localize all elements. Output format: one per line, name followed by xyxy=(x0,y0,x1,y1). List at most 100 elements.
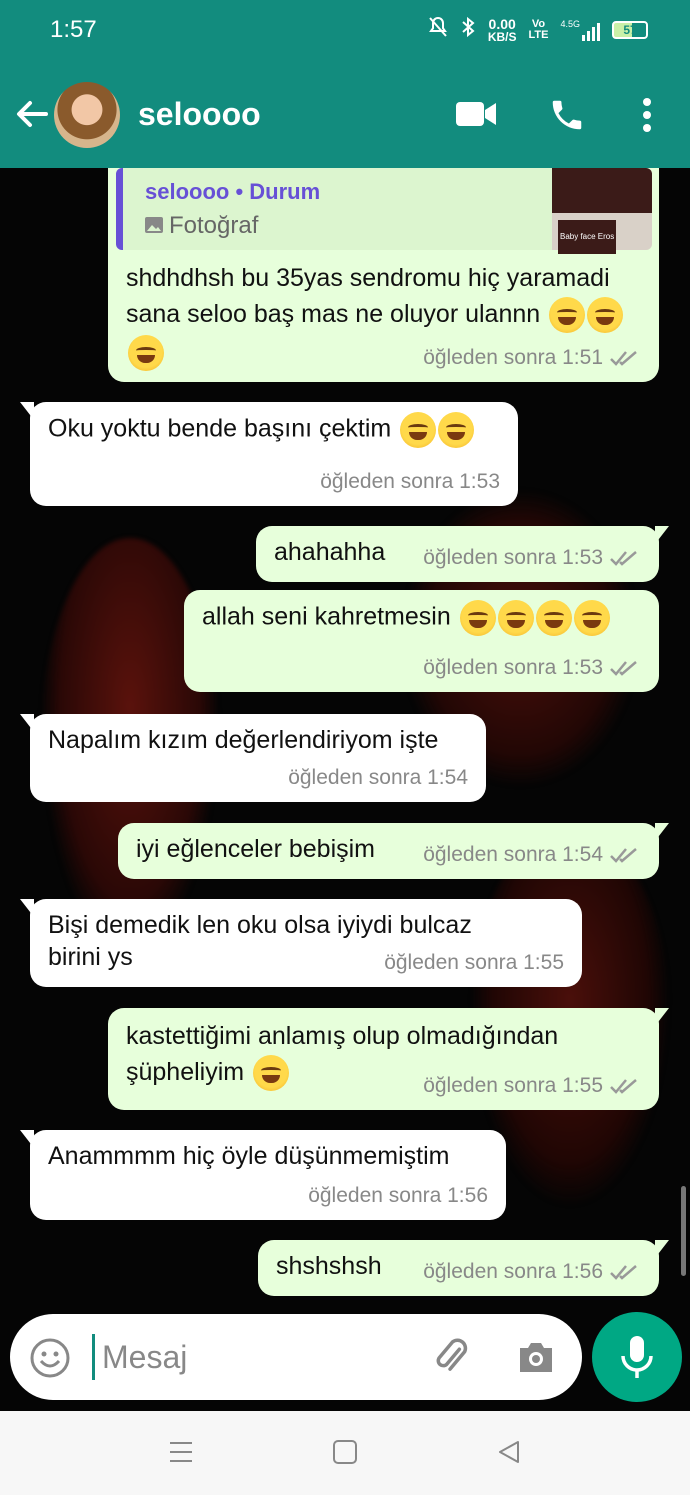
network-speed: 0.00 KB/S xyxy=(488,17,517,43)
message-list[interactable]: seloooo • Durum Fotoğraf Baby face Eros … xyxy=(0,168,690,1411)
message-time: öğleden sonra 1:54 xyxy=(288,766,468,789)
message-text: shshshsh xyxy=(276,1252,382,1280)
message-time: öğleden sonra 1:56 xyxy=(308,1184,488,1207)
message-bubble-outgoing[interactable]: iyi eğlenceler bebişim öğleden sonra 1:5… xyxy=(118,823,669,879)
message-meta: öğleden sonra 1:55 xyxy=(423,1070,641,1102)
message-meta: öğleden sonra 1:51 xyxy=(423,342,641,374)
double-check-icon xyxy=(610,1265,637,1280)
message-time: öğleden sonra 1:55 xyxy=(423,1074,603,1097)
bubble-tail xyxy=(20,1130,34,1148)
message-text: Anammmm hiç öyle düşünmemiştim xyxy=(48,1142,450,1170)
microphone-button[interactable] xyxy=(592,1312,682,1402)
reply-quote[interactable]: seloooo • Durum Fotoğraf Baby face Eros xyxy=(116,168,652,254)
double-check-icon xyxy=(610,351,637,366)
message-text: ahahahha xyxy=(274,538,386,566)
back-triangle-icon[interactable] xyxy=(496,1439,522,1470)
message-meta: öğleden sonra 1:56 xyxy=(423,1256,641,1288)
message-text: iyi eğlenceler bebişim xyxy=(136,835,376,863)
message-time: öğleden sonra 1:53 xyxy=(320,470,500,493)
speed-value: 0.00 xyxy=(488,15,516,32)
smile-emoji xyxy=(459,600,496,636)
status-icons: 0.00 KB/S Vo LTE 4.5G 57 xyxy=(428,16,648,43)
message-time: öğleden sonra 1:54 xyxy=(423,843,603,866)
bubble-tail xyxy=(20,714,34,732)
message-time: öğleden sonra 1:51 xyxy=(423,346,603,369)
message-input[interactable] xyxy=(102,1334,402,1380)
signal-icon: 4.5G xyxy=(560,19,600,41)
volte-top: Vo xyxy=(531,17,546,30)
rofl-emoji xyxy=(400,412,437,448)
rofl-emoji xyxy=(573,600,610,636)
reply-author: seloooo • Durum xyxy=(145,179,321,204)
volte-indicator: Vo LTE xyxy=(529,17,549,41)
message-time: öğleden sonra 1:56 xyxy=(423,1260,603,1283)
double-check-icon xyxy=(610,661,637,676)
signal-label: 4.5G xyxy=(560,18,580,29)
message-bubble-incoming[interactable]: Napalım kızım değerlendiriyom işte öğled… xyxy=(20,714,486,802)
message-bubble-outgoing[interactable]: allah seni kahretmesin öğleden sonra 1:5… xyxy=(184,590,659,692)
message-meta: öğleden sonra 1:53 xyxy=(423,542,641,574)
bubble-tail xyxy=(655,823,669,841)
rofl-emoji xyxy=(535,600,572,636)
reply-type: Fotoğraf xyxy=(145,210,258,242)
message-text: Oku yoktu bende başını çektim xyxy=(48,414,392,443)
system-nav-bar xyxy=(0,1411,690,1495)
phone-icon[interactable] xyxy=(548,96,586,139)
arrow-left-icon[interactable] xyxy=(14,96,50,132)
status-time: 1:57 xyxy=(50,16,97,43)
message-text: allah seni kahretmesin xyxy=(202,602,451,631)
double-check-icon xyxy=(610,551,637,566)
laughing-emoji xyxy=(128,334,164,371)
message-time: öğleden sonra 1:53 xyxy=(423,546,603,569)
image-icon xyxy=(145,210,163,242)
message-bubble-incoming[interactable]: Bişi demedik len oku olsa iyiydi bulcaz … xyxy=(20,899,582,987)
reply-thumbnail: Baby face Eros xyxy=(552,168,652,254)
rofl-emoji xyxy=(438,412,475,448)
emoji-icon[interactable] xyxy=(30,1338,70,1383)
message-text: Napalım kızım değerlendiriyom işte xyxy=(48,726,439,754)
message-bubble-outgoing[interactable]: shshshsh öğleden sonra 1:56 xyxy=(258,1240,669,1296)
paperclip-icon[interactable] xyxy=(430,1336,472,1383)
message-meta: öğleden sonra 1:55 xyxy=(384,947,564,979)
bubble-tail xyxy=(655,526,669,544)
bluetooth-icon xyxy=(460,16,476,43)
speed-unit: KB/S xyxy=(487,29,517,44)
message-meta: öğleden sonra 1:56 xyxy=(308,1180,488,1212)
status-bar: 1:57 0.00 KB/S Vo LTE 4.5G 57 xyxy=(0,0,690,62)
camera-icon[interactable] xyxy=(516,1338,556,1381)
contact-name[interactable]: seloooo xyxy=(138,96,261,133)
thumbnail-caption: Baby face Eros xyxy=(558,220,617,254)
message-bubble-incoming[interactable]: Anammmm hiç öyle düşünmemiştim öğleden s… xyxy=(20,1130,506,1220)
mute-bell-icon xyxy=(428,16,448,43)
avatar[interactable] xyxy=(54,82,120,148)
message-meta: öğleden sonra 1:53 xyxy=(423,652,641,684)
rofl-emoji xyxy=(497,600,534,636)
message-bubble-incoming[interactable]: Oku yoktu bende başını çektim öğleden so… xyxy=(20,402,518,506)
double-check-icon xyxy=(610,1079,637,1094)
message-meta: öğleden sonra 1:53 xyxy=(320,466,500,498)
message-meta: öğleden sonra 1:54 xyxy=(288,762,468,794)
message-bubble-outgoing[interactable]: ahahahha öğleden sonra 1:53 xyxy=(256,526,669,582)
bubble-tail xyxy=(20,402,34,420)
battery-icon: 57 xyxy=(612,20,648,39)
home-square-icon[interactable] xyxy=(332,1439,358,1470)
message-meta: öğleden sonra 1:54 xyxy=(423,839,641,871)
reply-type-label: Fotoğraf xyxy=(169,212,259,239)
message-time: öğleden sonra 1:53 xyxy=(423,656,603,679)
double-check-icon xyxy=(610,848,637,863)
message-bubble-outgoing[interactable]: kastettiğimi anlamış olup olmadığından ş… xyxy=(108,1008,669,1110)
laughing-emoji xyxy=(587,297,624,334)
message-composer[interactable] xyxy=(10,1314,582,1400)
laughing-emoji xyxy=(549,297,586,334)
video-camera-icon[interactable] xyxy=(454,96,498,137)
text-cursor xyxy=(92,1334,95,1380)
scrollbar[interactable] xyxy=(681,1186,686,1276)
menu-lines-icon[interactable] xyxy=(168,1439,194,1470)
message-bubble-outgoing[interactable]: seloooo • Durum Fotoğraf Baby face Eros … xyxy=(108,168,659,382)
more-vert-icon[interactable] xyxy=(640,96,654,139)
message-time: öğleden sonra 1:55 xyxy=(384,951,564,974)
smile-emoji xyxy=(253,1055,290,1092)
chat-header[interactable]: seloooo xyxy=(0,70,690,160)
bubble-tail xyxy=(20,899,34,917)
bubble-tail xyxy=(655,1240,669,1258)
